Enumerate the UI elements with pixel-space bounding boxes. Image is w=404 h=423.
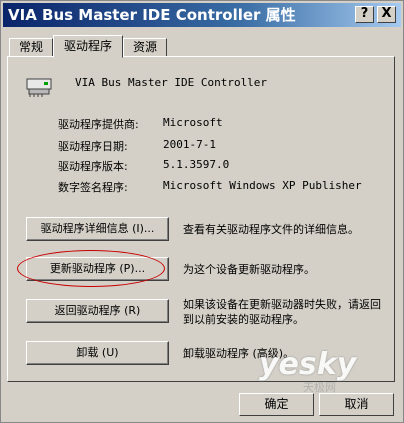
device-name: VIA Bus Master IDE Controller — [75, 76, 268, 89]
uninstall-button[interactable]: 卸载 (U) — [26, 341, 169, 365]
title-bar[interactable]: VIA Bus Master IDE Controller 属性 ? X — [3, 3, 401, 27]
tab-driver[interactable]: 驱动程序 — [53, 35, 123, 58]
cancel-button[interactable]: 取消 — [319, 393, 394, 416]
update-driver-desc: 为这个设备更新驱动程序。 — [183, 263, 315, 276]
date-label: 驱动程序日期: — [58, 140, 128, 153]
version-value: 5.1.3597.0 — [163, 158, 230, 171]
date-value: 2001-7-1 — [163, 138, 216, 151]
signer-label: 数字签名程序: — [58, 181, 128, 194]
ok-button[interactable]: 确定 — [239, 393, 314, 416]
provider-value: Microsoft — [163, 116, 223, 129]
rollback-driver-desc: 如果该设备在更新驱动器时失败，请返回到以前安装的驱动程序。 — [183, 298, 381, 326]
tab-resources[interactable]: 资源 — [123, 38, 167, 57]
provider-label: 驱动程序提供商: — [58, 118, 139, 131]
driver-details-button[interactable]: 驱动程序详细信息 (I)... — [26, 217, 169, 241]
close-button[interactable]: X — [377, 6, 396, 23]
signer-value: Microsoft Windows XP Publisher — [163, 179, 362, 192]
version-label: 驱动程序版本: — [58, 160, 128, 173]
window-title: VIA Bus Master IDE Controller 属性 — [8, 6, 296, 24]
watermark-logo: yesky — [259, 347, 357, 382]
properties-dialog: VIA Bus Master IDE Controller 属性 ? X 常规 … — [0, 0, 404, 423]
help-button[interactable]: ? — [355, 6, 374, 23]
tab-general[interactable]: 常规 — [9, 38, 53, 57]
highlight-ellipse — [17, 250, 165, 287]
driver-details-desc: 查看有关驱动程序文件的详细信息。 — [183, 223, 359, 236]
ide-controller-icon — [26, 78, 52, 97]
rollback-driver-button[interactable]: 返回驱动程序 (R) — [26, 299, 169, 323]
